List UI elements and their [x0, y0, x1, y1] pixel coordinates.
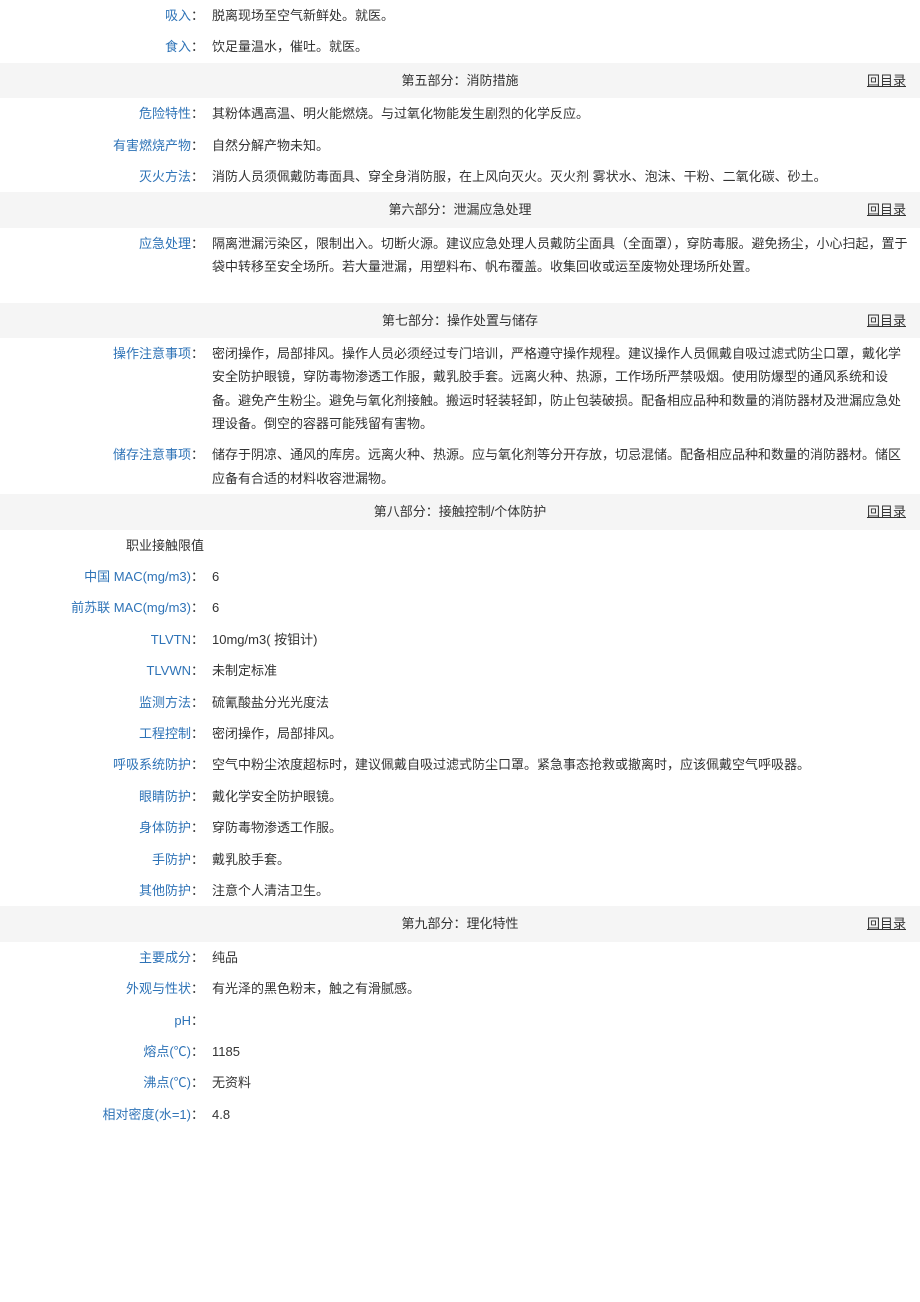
- row-storage-precautions: 储存注意事项： 储存于阴凉、通风的库房。远离火种、热源。应与氧化剂等分开存放，切…: [0, 439, 920, 494]
- label: 外观与性状：: [10, 977, 210, 1000]
- back-to-toc-link[interactable]: 回目录: [867, 198, 906, 221]
- value: 有光泽的黑色粉末，触之有滑腻感。: [210, 977, 910, 1000]
- label: 应急处理：: [10, 232, 210, 279]
- back-to-toc-link[interactable]: 回目录: [867, 912, 906, 935]
- label: 灭火方法：: [10, 165, 210, 188]
- label: 危险特性：: [10, 102, 210, 125]
- label: 眼睛防护：: [10, 785, 210, 808]
- label: 熔点(℃)：: [10, 1040, 210, 1063]
- row-melting-point: 熔点(℃)： 1185: [0, 1036, 920, 1067]
- value: 密闭操作，局部排风。: [210, 722, 910, 745]
- value: 自然分解产物未知。: [210, 134, 910, 157]
- row-ussr-mac: 前苏联 MAC(mg/m3)： 6: [0, 592, 920, 623]
- row-inhalation: 吸入： 脱离现场至空气新鲜处。就医。: [0, 0, 920, 31]
- back-to-toc-link[interactable]: 回目录: [867, 69, 906, 92]
- value: 10mg/m3( 按钼计): [210, 628, 910, 651]
- value: 密闭操作，局部排风。操作人员必须经过专门培训，严格遵守操作规程。建议操作人员佩戴…: [210, 342, 910, 436]
- value: 空气中粉尘浓度超标时，建议佩戴自吸过滤式防尘口罩。紧急事态抢救或撤离时，应该佩戴…: [210, 753, 910, 776]
- value: 无资料: [210, 1071, 910, 1094]
- back-to-toc-link[interactable]: 回目录: [867, 309, 906, 332]
- row-china-mac: 中国 MAC(mg/m3)： 6: [0, 561, 920, 592]
- back-to-toc-link[interactable]: 回目录: [867, 500, 906, 523]
- row-handling-precautions: 操作注意事项： 密闭操作，局部排风。操作人员必须经过专门培训，严格遵守操作规程。…: [0, 338, 920, 440]
- label: 储存注意事项：: [10, 443, 210, 490]
- value: 隔离泄漏污染区，限制出入。切断火源。建议应急处理人员戴防尘面具（全面罩），穿防毒…: [210, 232, 910, 279]
- label: 前苏联 MAC(mg/m3)：: [10, 596, 210, 619]
- value: 其粉体遇高温、明火能燃烧。与过氧化物能发生剧烈的化学反应。: [210, 102, 910, 125]
- label: 有害燃烧产物：: [10, 134, 210, 157]
- value: 戴乳胶手套。: [210, 848, 910, 871]
- row-hand-protection: 手防护： 戴乳胶手套。: [0, 844, 920, 875]
- row-ingestion: 食入： 饮足量温水，催吐。就医。: [0, 31, 920, 62]
- label: 相对密度(水=1)：: [10, 1103, 210, 1126]
- row-respiratory-protection: 呼吸系统防护： 空气中粉尘浓度超标时，建议佩戴自吸过滤式防尘口罩。紧急事态抢救或…: [0, 749, 920, 780]
- section-title: 第六部分：泄漏应急处理: [10, 198, 910, 221]
- value: [210, 1009, 910, 1032]
- row-ph: pH：: [0, 1005, 920, 1036]
- label: 呼吸系统防护：: [10, 753, 210, 776]
- label: 身体防护：: [10, 816, 210, 839]
- label: 其他防护：: [10, 879, 210, 902]
- label: 沸点(℃)：: [10, 1071, 210, 1094]
- row-main-composition: 主要成分： 纯品: [0, 942, 920, 973]
- row-occ-exposure-limit: 职业接触限值: [0, 530, 920, 561]
- spacer: [0, 283, 920, 303]
- row-other-protection: 其他防护： 注意个人清洁卫生。: [0, 875, 920, 906]
- row-body-protection: 身体防护： 穿防毒物渗透工作服。: [0, 812, 920, 843]
- label: 中国 MAC(mg/m3)：: [10, 565, 210, 588]
- row-monitoring-method: 监测方法： 硫氰酸盐分光光度法: [0, 687, 920, 718]
- section-title: 第九部分：理化特性: [10, 912, 910, 935]
- label: pH：: [10, 1009, 210, 1032]
- label: 职业接触限值: [10, 534, 210, 557]
- label: 操作注意事项：: [10, 342, 210, 436]
- row-tlvtn: TLVTN： 10mg/m3( 按钼计): [0, 624, 920, 655]
- value: 脱离现场至空气新鲜处。就医。: [210, 4, 910, 27]
- section-title: 第五部分：消防措施: [10, 69, 910, 92]
- value: 6: [210, 565, 910, 588]
- value: 注意个人清洁卫生。: [210, 879, 910, 902]
- section-header-7: 第七部分：操作处置与储存 回目录: [0, 303, 920, 338]
- section-header-5: 第五部分：消防措施 回目录: [0, 63, 920, 98]
- value: 4.8: [210, 1103, 910, 1126]
- value: 储存于阴凉、通风的库房。远离火种、热源。应与氧化剂等分开存放，切忌混储。配备相应…: [210, 443, 910, 490]
- value: 穿防毒物渗透工作服。: [210, 816, 910, 839]
- section-header-8: 第八部分：接触控制/个体防护 回目录: [0, 494, 920, 529]
- row-relative-density: 相对密度(水=1)： 4.8: [0, 1099, 920, 1130]
- section-header-9: 第九部分：理化特性 回目录: [0, 906, 920, 941]
- row-boiling-point: 沸点(℃)： 无资料: [0, 1067, 920, 1098]
- value: 纯品: [210, 946, 910, 969]
- value: 戴化学安全防护眼镜。: [210, 785, 910, 808]
- value: 硫氰酸盐分光光度法: [210, 691, 910, 714]
- value: 饮足量温水，催吐。就医。: [210, 35, 910, 58]
- row-tlvwn: TLVWN： 未制定标准: [0, 655, 920, 686]
- row-engineering-control: 工程控制： 密闭操作，局部排风。: [0, 718, 920, 749]
- label: 主要成分：: [10, 946, 210, 969]
- value: [210, 534, 910, 557]
- label: 食入：: [10, 35, 210, 58]
- section-header-6: 第六部分：泄漏应急处理 回目录: [0, 192, 920, 227]
- label: 吸入：: [10, 4, 210, 27]
- label: TLVWN：: [10, 659, 210, 682]
- value: 未制定标准: [210, 659, 910, 682]
- section-title: 第八部分：接触控制/个体防护: [10, 500, 910, 523]
- row-eye-protection: 眼睛防护： 戴化学安全防护眼镜。: [0, 781, 920, 812]
- value: 1185: [210, 1040, 910, 1063]
- row-combustion-products: 有害燃烧产物： 自然分解产物未知。: [0, 130, 920, 161]
- value: 消防人员须佩戴防毒面具、穿全身消防服，在上风向灭火。灭火剂 雾状水、泡沫、干粉、…: [210, 165, 910, 188]
- row-emergency-handling: 应急处理： 隔离泄漏污染区，限制出入。切断火源。建议应急处理人员戴防尘面具（全面…: [0, 228, 920, 283]
- value: 6: [210, 596, 910, 619]
- label: 工程控制：: [10, 722, 210, 745]
- row-extinguish-method: 灭火方法： 消防人员须佩戴防毒面具、穿全身消防服，在上风向灭火。灭火剂 雾状水、…: [0, 161, 920, 192]
- label: 监测方法：: [10, 691, 210, 714]
- section-title: 第七部分：操作处置与储存: [10, 309, 910, 332]
- label: 手防护：: [10, 848, 210, 871]
- label: TLVTN：: [10, 628, 210, 651]
- row-appearance: 外观与性状： 有光泽的黑色粉末，触之有滑腻感。: [0, 973, 920, 1004]
- row-hazard-char: 危险特性： 其粉体遇高温、明火能燃烧。与过氧化物能发生剧烈的化学反应。: [0, 98, 920, 129]
